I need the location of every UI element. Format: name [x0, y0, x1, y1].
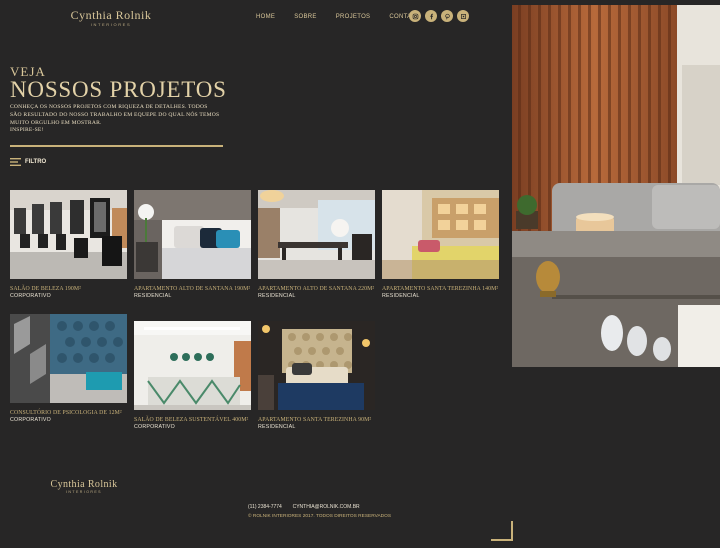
logo-name: Cynthia Rolnik: [70, 8, 152, 22]
divider: [10, 145, 223, 147]
footer-contact: (11) 2384-7774 CYNTHIA@ROLNIK.COM.BR: [248, 504, 360, 510]
project-card[interactable]: APARTAMENTO ALTO DE SANTANA 220M² RESIDE…: [258, 190, 375, 300]
project-card[interactable]: SALÃO DE BELEZA 190M² CORPORATIVO: [10, 190, 127, 300]
nav-projetos[interactable]: PROJETOS: [336, 14, 371, 20]
project-title[interactable]: APARTAMENTO ALTO DE SANTANA 190M²: [134, 286, 251, 293]
houzz-icon[interactable]: [457, 10, 469, 22]
footer-copyright: © ROLNIK INTERIORES 2017. TODOS DIREITOS…: [248, 514, 392, 519]
nav-sobre[interactable]: SOBRE: [294, 14, 317, 20]
project-category: RESIDENCIAL: [258, 293, 296, 300]
instagram-icon[interactable]: [409, 10, 421, 22]
nav-home[interactable]: HOME: [256, 14, 275, 20]
intro-description: Conheça os nossos projetos com riqueza d…: [10, 104, 220, 126]
project-category: CORPORATIVO: [134, 424, 175, 431]
project-thumbnail[interactable]: [258, 190, 375, 279]
logo-subtitle: INTERIORES: [90, 22, 132, 27]
intro-cta: Inspire-se!: [10, 127, 44, 134]
project-title[interactable]: APARTAMENTO SANTA TEREZINHA 90M²: [258, 417, 375, 424]
project-title[interactable]: SALÃO DE BELEZA 190M²: [10, 286, 127, 293]
footer-logo-name: Cynthia Rolnik: [50, 479, 118, 490]
project-thumbnail[interactable]: [10, 190, 127, 279]
project-category: RESIDENCIAL: [258, 424, 296, 431]
brand-logo[interactable]: Cynthia Rolnik INTERIORES: [66, 8, 156, 28]
filter-label: FILTRO: [25, 159, 47, 165]
project-card[interactable]: CONSULTÓRIO DE PSICOLOGIA DE 12M² CORPOR…: [10, 314, 127, 424]
project-category: RESIDENCIAL: [134, 293, 172, 300]
project-title[interactable]: CONSULTÓRIO DE PSICOLOGIA DE 12M²: [10, 410, 127, 417]
project-card[interactable]: SALÃO DE BELEZA SUSTENTÁVEL 400M² CORPOR…: [134, 321, 251, 431]
project-thumbnail[interactable]: [258, 321, 375, 410]
filter-toggle[interactable]: FILTRO: [10, 158, 46, 166]
project-thumbnail[interactable]: [10, 314, 127, 403]
intro-text: Conheça os nossos projetos com riqueza d…: [10, 104, 220, 135]
project-thumbnail[interactable]: [134, 321, 251, 410]
social-links: [409, 10, 469, 22]
project-title[interactable]: SALÃO DE BELEZA SUSTENTÁVEL 400M²: [134, 417, 251, 424]
footer-logo[interactable]: Cynthia Rolnik INTERIORES: [44, 479, 124, 494]
project-thumbnail[interactable]: [382, 190, 499, 279]
project-card[interactable]: APARTAMENTO SANTA TEREZINHA 140M² RESIDE…: [382, 190, 499, 300]
footer-phone[interactable]: (11) 2384-7774: [248, 504, 282, 510]
corner-accent: [491, 521, 513, 541]
facebook-icon[interactable]: [425, 10, 437, 22]
project-category: RESIDENCIAL: [382, 293, 420, 300]
project-category: CORPORATIVO: [10, 293, 51, 300]
project-title[interactable]: APARTAMENTO ALTO DE SANTANA 220M²: [258, 286, 375, 293]
footer-email[interactable]: CYNTHIA@ROLNIK.COM.BR: [293, 504, 360, 510]
footer-logo-subtitle: INTERIORES: [66, 490, 102, 494]
project-card[interactable]: APARTAMENTO SANTA TEREZINHA 90M² RESIDEN…: [258, 321, 375, 431]
filter-lines-icon: [10, 158, 21, 166]
project-title[interactable]: APARTAMENTO SANTA TEREZINHA 140M²: [382, 286, 499, 293]
project-card[interactable]: APARTAMENTO ALTO DE SANTANA 190M² RESIDE…: [134, 190, 251, 300]
pinterest-icon[interactable]: [441, 10, 453, 22]
project-thumbnail[interactable]: [134, 190, 251, 279]
page-title: NOSSOS PROJETOS: [10, 77, 227, 102]
hero-image: [512, 5, 720, 367]
project-category: CORPORATIVO: [10, 417, 51, 424]
